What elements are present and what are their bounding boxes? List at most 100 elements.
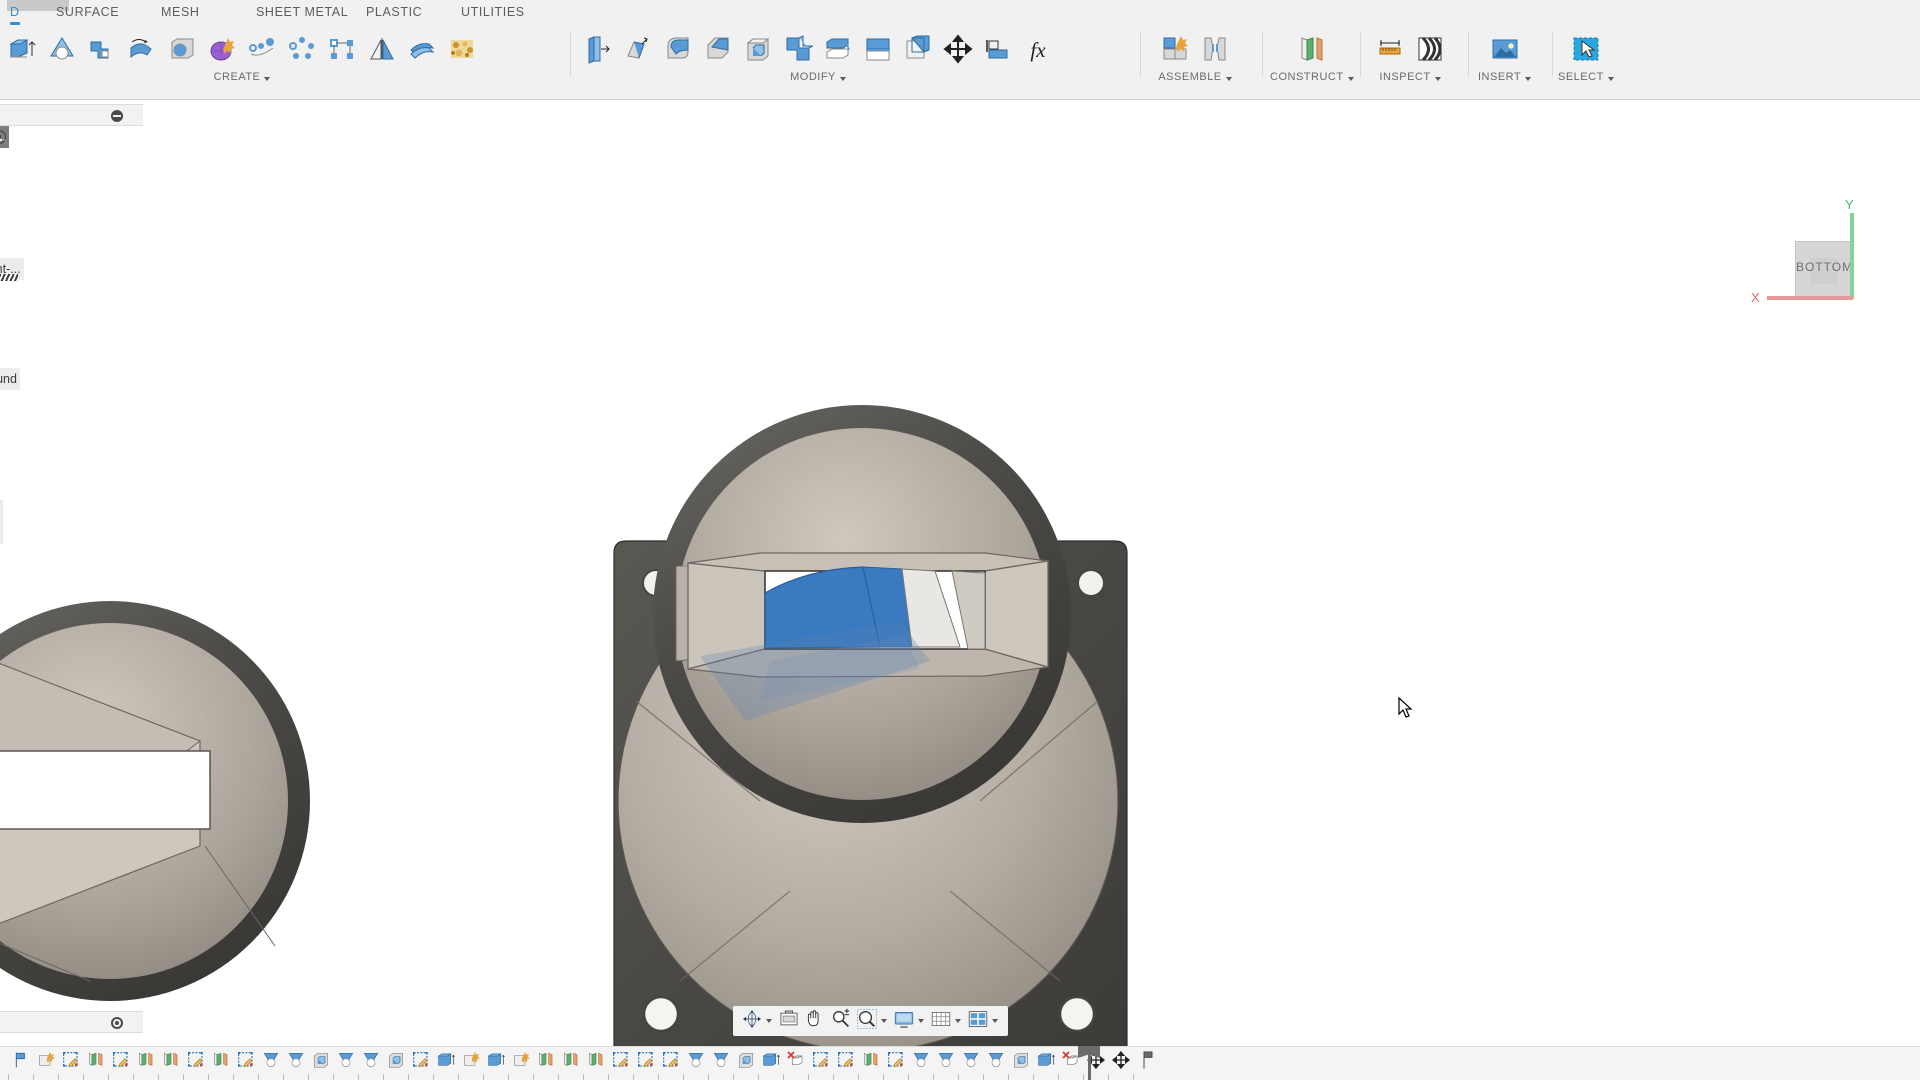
- timeline-feature[interactable]: [883, 1049, 908, 1075]
- select-button[interactable]: [1566, 26, 1606, 72]
- extrude-button[interactable]: [2, 26, 42, 72]
- ribbon-tab-utilities[interactable]: UTILITIES: [455, 0, 531, 25]
- timeline-feature[interactable]: [458, 1049, 483, 1075]
- zoom-button[interactable]: [828, 1008, 854, 1034]
- section-analysis-button[interactable]: [1410, 26, 1450, 72]
- ribbon-group-label-construct[interactable]: CONSTRUCT: [1270, 71, 1344, 83]
- pan-button[interactable]: [802, 1008, 828, 1034]
- pattern-circular-button[interactable]: [282, 26, 322, 72]
- chevron-down-icon[interactable]: [992, 1019, 998, 1023]
- browser-item[interactable]: [0, 170, 143, 192]
- timeline-feature[interactable]: [808, 1049, 833, 1075]
- browser-item[interactable]: [0, 302, 143, 324]
- timeline-feature[interactable]: [183, 1049, 208, 1075]
- collapse-icon[interactable]: [111, 110, 123, 122]
- look-at-button[interactable]: [776, 1008, 802, 1034]
- timeline-feature[interactable]: [33, 1049, 58, 1075]
- timeline-feature[interactable]: [1108, 1049, 1133, 1075]
- chevron-down-icon[interactable]: [766, 1019, 772, 1023]
- browser-panel[interactable]: an REAL Airflow...sow-Voltage Equipment-…: [0, 104, 143, 588]
- browser-item[interactable]: s: [0, 148, 143, 170]
- timeline-feature[interactable]: [258, 1049, 283, 1075]
- timeline-feature[interactable]: [608, 1049, 633, 1075]
- chevron-down-icon[interactable]: [1434, 76, 1441, 81]
- timeline-feature[interactable]: [708, 1049, 733, 1075]
- change-parameters-button[interactable]: fx: [1018, 26, 1058, 72]
- joint-button[interactable]: [1195, 26, 1235, 72]
- timeline-feature[interactable]: [133, 1049, 158, 1075]
- measure-button[interactable]: [1370, 26, 1410, 72]
- timeline-feature[interactable]: [208, 1049, 233, 1075]
- shell-button[interactable]: [738, 26, 778, 72]
- browser-item[interactable]: T to 30mm:1: [0, 456, 143, 478]
- fillet-button[interactable]: [658, 26, 698, 72]
- timeline-feature[interactable]: [983, 1049, 1008, 1075]
- timeline-feature[interactable]: [408, 1049, 433, 1075]
- timeline-feature[interactable]: [433, 1049, 458, 1075]
- timeline-feature[interactable]: [308, 1049, 333, 1075]
- orbit-button[interactable]: [739, 1008, 765, 1034]
- timeline-feature[interactable]: [533, 1049, 558, 1075]
- offset-face-button[interactable]: [818, 26, 858, 72]
- timeline-feature[interactable]: [658, 1049, 683, 1075]
- timeline-feature[interactable]: [933, 1049, 958, 1075]
- chevron-down-icon[interactable]: [1607, 76, 1614, 81]
- offset-plane-button[interactable]: [1292, 26, 1332, 72]
- insert-canvas-button[interactable]: [1485, 26, 1525, 72]
- browser-item[interactable]: [0, 478, 143, 500]
- timeline-feature[interactable]: [508, 1049, 533, 1075]
- ribbon-tab-mesh[interactable]: MESH: [155, 0, 206, 25]
- timeline-feature[interactable]: [733, 1049, 758, 1075]
- timeline-feature[interactable]: [158, 1049, 183, 1075]
- chevron-down-icon[interactable]: [955, 1019, 961, 1023]
- hole-button[interactable]: [162, 26, 202, 72]
- browser-item[interactable]: [0, 346, 143, 368]
- split-body-button[interactable]: [898, 26, 938, 72]
- volumetric-lattice-button[interactable]: [442, 26, 482, 72]
- timeline-feature[interactable]: [283, 1049, 308, 1075]
- timeline-feature[interactable]: [358, 1049, 383, 1075]
- draft-button[interactable]: [618, 26, 658, 72]
- timeline-feature[interactable]: [108, 1049, 133, 1075]
- browser-footer-icon[interactable]: [111, 1017, 123, 1029]
- pattern-path-button[interactable]: [242, 26, 282, 72]
- browser-item[interactable]: to DUCT to 30mm V2: [0, 522, 143, 544]
- ribbon-group-label-modify[interactable]: MODIFY: [790, 71, 836, 83]
- browser-item[interactable]: to DUCT to 30mm V1: [0, 500, 143, 522]
- chevron-down-icon[interactable]: [1347, 76, 1354, 81]
- press-pull-button[interactable]: [578, 26, 618, 72]
- ribbon-tab-d[interactable]: D: [4, 0, 26, 25]
- browser-item[interactable]: s: [0, 412, 143, 434]
- timeline-feature[interactable]: [633, 1049, 658, 1075]
- timeline[interactable]: [0, 1046, 1920, 1080]
- new-component-button[interactable]: [1155, 26, 1195, 72]
- sweep-button[interactable]: [82, 26, 122, 72]
- browser-item[interactable]: ction: [0, 566, 143, 588]
- fit-button[interactable]: [854, 1008, 880, 1034]
- browser-item[interactable]: [0, 324, 143, 346]
- ribbon-group-label-select[interactable]: SELECT: [1558, 71, 1604, 83]
- ribbon-group-label-insert[interactable]: INSERT: [1478, 71, 1521, 83]
- timeline-feature[interactable]: [1008, 1049, 1033, 1075]
- pattern-rectangular-button[interactable]: [322, 26, 362, 72]
- chamfer-button[interactable]: [698, 26, 738, 72]
- loft-button[interactable]: [122, 26, 162, 72]
- ribbon-tab-surface[interactable]: SURFACE: [50, 0, 125, 25]
- browser-item[interactable]: ow-Voltage Equipment-...: [0, 258, 143, 281]
- timeline-feature[interactable]: [783, 1049, 808, 1075]
- chevron-down-icon[interactable]: [881, 1019, 887, 1023]
- grid-snaps-button[interactable]: [928, 1008, 954, 1034]
- chevron-down-icon[interactable]: [1525, 76, 1532, 81]
- view-cube[interactable]: BOTTOM Y X: [1751, 197, 1854, 305]
- form-button[interactable]: [202, 26, 242, 72]
- timeline-feature[interactable]: [758, 1049, 783, 1075]
- chevron-down-icon[interactable]: [264, 76, 271, 81]
- move-copy-button[interactable]: [938, 26, 978, 72]
- browser-item[interactable]: an REAL Airflow...: [0, 126, 143, 148]
- chevron-down-icon[interactable]: [918, 1019, 924, 1023]
- thicken-button[interactable]: [402, 26, 442, 72]
- ribbon-group-label-create[interactable]: CREATE: [214, 71, 261, 83]
- ribbon-group-label-inspect[interactable]: INSPECT: [1379, 71, 1430, 83]
- browser-item[interactable]: s: [0, 544, 143, 566]
- timeline-feature[interactable]: [233, 1049, 258, 1075]
